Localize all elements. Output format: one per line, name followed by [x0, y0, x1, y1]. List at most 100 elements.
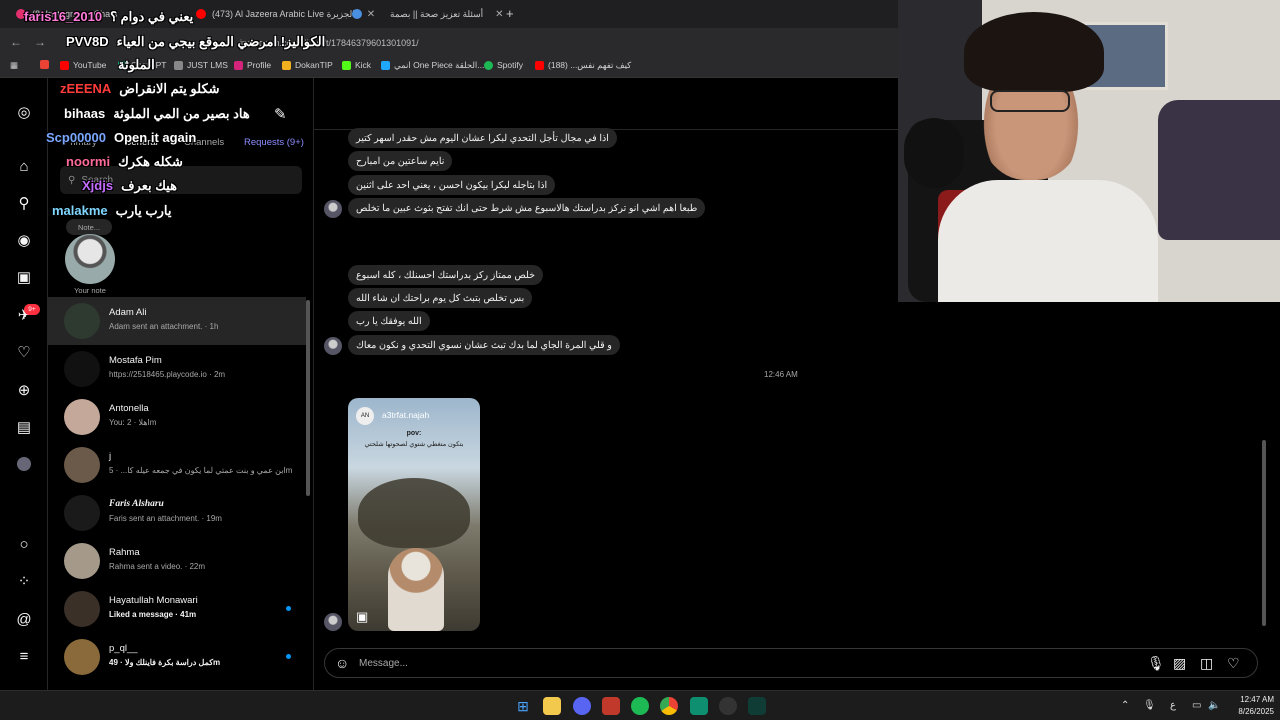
- reel-tree-image: [358, 478, 470, 548]
- meta-icon[interactable]: ⁘: [14, 571, 34, 591]
- stream-chat-line: malakme يارب يارب: [52, 203, 171, 219]
- dashboard-icon[interactable]: ▤: [14, 417, 34, 437]
- home-icon[interactable]: ⌂: [14, 156, 34, 176]
- terminal-icon[interactable]: [748, 697, 766, 715]
- list-item[interactable]: p_ql__ كمل دراسة بكرة فاينلك ولا · 49m: [48, 633, 306, 681]
- notifications-icon[interactable]: ♡: [14, 342, 34, 362]
- stream-chat-line: PVV8D الكواليز! امرضي الموقع بيجي من العي…: [66, 34, 325, 50]
- shared-reel[interactable]: AN a3trfat.najah pov: بتكون متغطي شتوي ل…: [348, 398, 480, 631]
- stream-chat-text: يارب يارب: [115, 203, 172, 218]
- create-icon[interactable]: ⊕: [14, 380, 34, 400]
- note-bubble[interactable]: Note...: [66, 219, 112, 235]
- system-clock[interactable]: 12:47 AM 8/26/2025: [1222, 694, 1274, 718]
- conversation-name: Hayatullah Monawari: [109, 595, 198, 606]
- forward-icon[interactable]: →: [34, 35, 46, 49]
- close-tab-icon[interactable]: ✕: [495, 9, 503, 20]
- instagram-icon[interactable]: ◎: [14, 102, 34, 122]
- spotify-icon: [484, 60, 493, 70]
- bookmark-kick[interactable]: Kick: [342, 60, 371, 70]
- bookmark-just-lms[interactable]: JUST LMS: [174, 60, 228, 70]
- conversation-name: Adam Ali: [109, 307, 147, 318]
- image-icon[interactable]: ▨: [1173, 655, 1186, 672]
- reels-icon[interactable]: ▣: [14, 267, 34, 287]
- conversation-name: j: [109, 451, 112, 462]
- microphone-icon[interactable]: 🎙: [1147, 655, 1165, 672]
- message-bubble: خلص ممتاز ركز بدراستك احسنلك ، كله اسبوع: [348, 265, 543, 285]
- requests-link[interactable]: Requests (9+): [244, 137, 304, 148]
- your-note-avatar[interactable]: [65, 234, 115, 284]
- bookmark-one-piece[interactable]: انمي One Piece الحلقة...: [381, 60, 484, 71]
- list-item[interactable]: Antonella You: اهلا · 2m: [48, 393, 306, 441]
- back-icon[interactable]: ←: [10, 35, 22, 49]
- bookmark-youtube-video[interactable]: كيف تفهم نفس... (188): [535, 60, 631, 71]
- bookmark-gmail[interactable]: [40, 60, 53, 69]
- stream-chat-line: bihaas هاد بصير من المي الملوثة: [64, 106, 250, 122]
- windows-start-icon[interactable]: ⊞: [514, 697, 532, 715]
- bookmark-profile[interactable]: Profile: [234, 60, 271, 70]
- stream-chat-text: هاد بصير من المي الملوثة: [113, 106, 250, 121]
- avatar: [64, 591, 100, 627]
- emoji-icon[interactable]: ☺: [335, 655, 349, 671]
- message-composer: ☺ 🎙 ▨ ◫ ♡: [324, 648, 1258, 678]
- tray-chevron-icon[interactable]: ⌃: [1121, 700, 1129, 711]
- reel-username[interactable]: a3trfat.najah: [382, 410, 429, 420]
- sender-avatar[interactable]: [324, 200, 342, 218]
- conversation-preview: كمل دراسة بكرة فاينلك ولا · 49m: [109, 658, 221, 667]
- list-item[interactable]: Mostafa Pim https://2518465.playcode.io …: [48, 345, 306, 393]
- message-input[interactable]: [359, 655, 1119, 672]
- input-language[interactable]: ع: [1170, 700, 1176, 711]
- stream-chat-user: Xjdjs: [82, 178, 114, 193]
- list-item[interactable]: j ابن عمي و بنت عمتي لما يكون في جمعه عي…: [48, 441, 306, 489]
- explore-icon[interactable]: ◉: [14, 230, 34, 250]
- chrome-icon[interactable]: [660, 697, 678, 715]
- list-item[interactable]: Hayatullah Monawari Liked a message · 41…: [48, 585, 306, 633]
- conversation-preview: Faris sent an attachment. · 19m: [109, 514, 222, 523]
- sticker-icon[interactable]: ◫: [1200, 655, 1213, 672]
- stream-chat-user: PVV8D: [66, 34, 109, 49]
- stream-chat-user: bihaas: [64, 106, 106, 121]
- list-item[interactable]: Adam Ali Adam sent an attachment. · 1h: [48, 297, 306, 345]
- reel-author-avatar: AN: [356, 407, 374, 425]
- stream-chat-text: يعني في دوام ؟: [110, 9, 194, 24]
- conversation-preview: https://2518465.playcode.io · 2m: [109, 370, 226, 379]
- file-explorer-icon[interactable]: [543, 697, 561, 715]
- apps-icon[interactable]: ▦: [10, 60, 18, 71]
- bookmark-label: Kick: [355, 60, 372, 70]
- network-icon[interactable]: ▭: [1192, 700, 1201, 711]
- spotify-icon[interactable]: [631, 697, 649, 715]
- discord-icon[interactable]: [573, 697, 591, 715]
- sender-avatar[interactable]: [324, 613, 342, 631]
- threads-logo-icon[interactable]: @: [14, 609, 34, 629]
- tab-label: (473) Al Jazeera Arabic Live الجزيرة: [212, 8, 355, 19]
- conversation-name: Rahma: [109, 547, 140, 558]
- chat-scrollbar[interactable]: [1262, 440, 1266, 626]
- bookmark-label: Spotify: [497, 60, 523, 70]
- avatar: [17, 457, 31, 471]
- conversation-name: Antonella: [109, 403, 149, 414]
- streaming-app-icon[interactable]: [602, 697, 620, 715]
- profile-avatar[interactable]: [14, 454, 34, 474]
- sender-avatar[interactable]: [324, 337, 342, 355]
- clock-date: 8/26/2025: [1238, 707, 1274, 716]
- bookmark-spotify[interactable]: Spotify: [484, 60, 523, 70]
- tab-basma[interactable]: أسئلة تعزيز صحة || بصمة ✕: [342, 0, 514, 28]
- new-tab-button[interactable]: +: [506, 6, 514, 21]
- search-icon[interactable]: ⚲: [14, 193, 34, 213]
- heart-icon[interactable]: ♡: [1227, 655, 1240, 672]
- threads-icon[interactable]: ○: [14, 534, 34, 554]
- tray-microphone-icon[interactable]: 🎙: [1143, 700, 1156, 711]
- list-item[interactable]: Faris Alsharu Faris sent an attachment. …: [48, 489, 306, 537]
- more-icon[interactable]: ≡: [14, 646, 34, 666]
- new-message-icon[interactable]: ✎: [274, 105, 287, 123]
- youtube-icon: [60, 60, 69, 70]
- bookmark-dokantip[interactable]: DokanTIP: [282, 60, 333, 70]
- screen: (8) Instagram • Chats (473) Al Jazeera A…: [0, 0, 1280, 720]
- volume-icon[interactable]: 🔈: [1208, 700, 1220, 711]
- stream-chat-line: zEEENA شكلو يتم الانقراض: [60, 81, 220, 97]
- reel-person-image: [388, 548, 444, 631]
- bookmark-youtube[interactable]: YouTube: [60, 60, 106, 70]
- obs-icon[interactable]: [719, 697, 737, 715]
- list-item[interactable]: Rahma Rahma sent a video. · 22m: [48, 537, 306, 585]
- app-icon[interactable]: [690, 697, 708, 715]
- conversation-list-scrollbar[interactable]: [306, 300, 310, 496]
